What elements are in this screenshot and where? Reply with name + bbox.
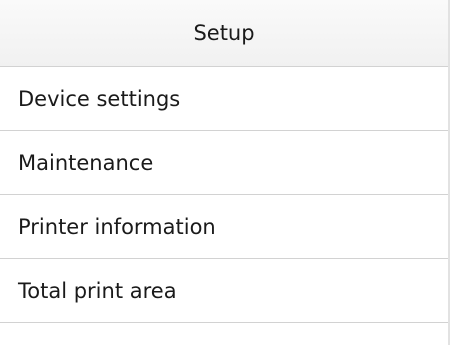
- menu-item-maintenance[interactable]: Maintenance: [0, 131, 448, 195]
- menu-item-label: Maintenance: [18, 150, 154, 175]
- menu-item-total-print-area[interactable]: Total print area: [0, 259, 448, 323]
- menu-item-label: Printer information: [18, 214, 216, 239]
- setup-menu: Device settings Maintenance Printer info…: [0, 67, 448, 345]
- menu-item-device-settings[interactable]: Device settings: [0, 67, 448, 131]
- setup-screen: Setup Device settings Maintenance Printe…: [0, 0, 450, 345]
- menu-item-printer-information[interactable]: Printer information: [0, 195, 448, 259]
- page-title: Setup: [193, 21, 255, 45]
- menu-item-label: Total print area: [18, 278, 177, 303]
- header-bar: Setup: [0, 0, 448, 67]
- menu-item-partial[interactable]: [0, 323, 448, 345]
- menu-item-label: Device settings: [18, 86, 181, 111]
